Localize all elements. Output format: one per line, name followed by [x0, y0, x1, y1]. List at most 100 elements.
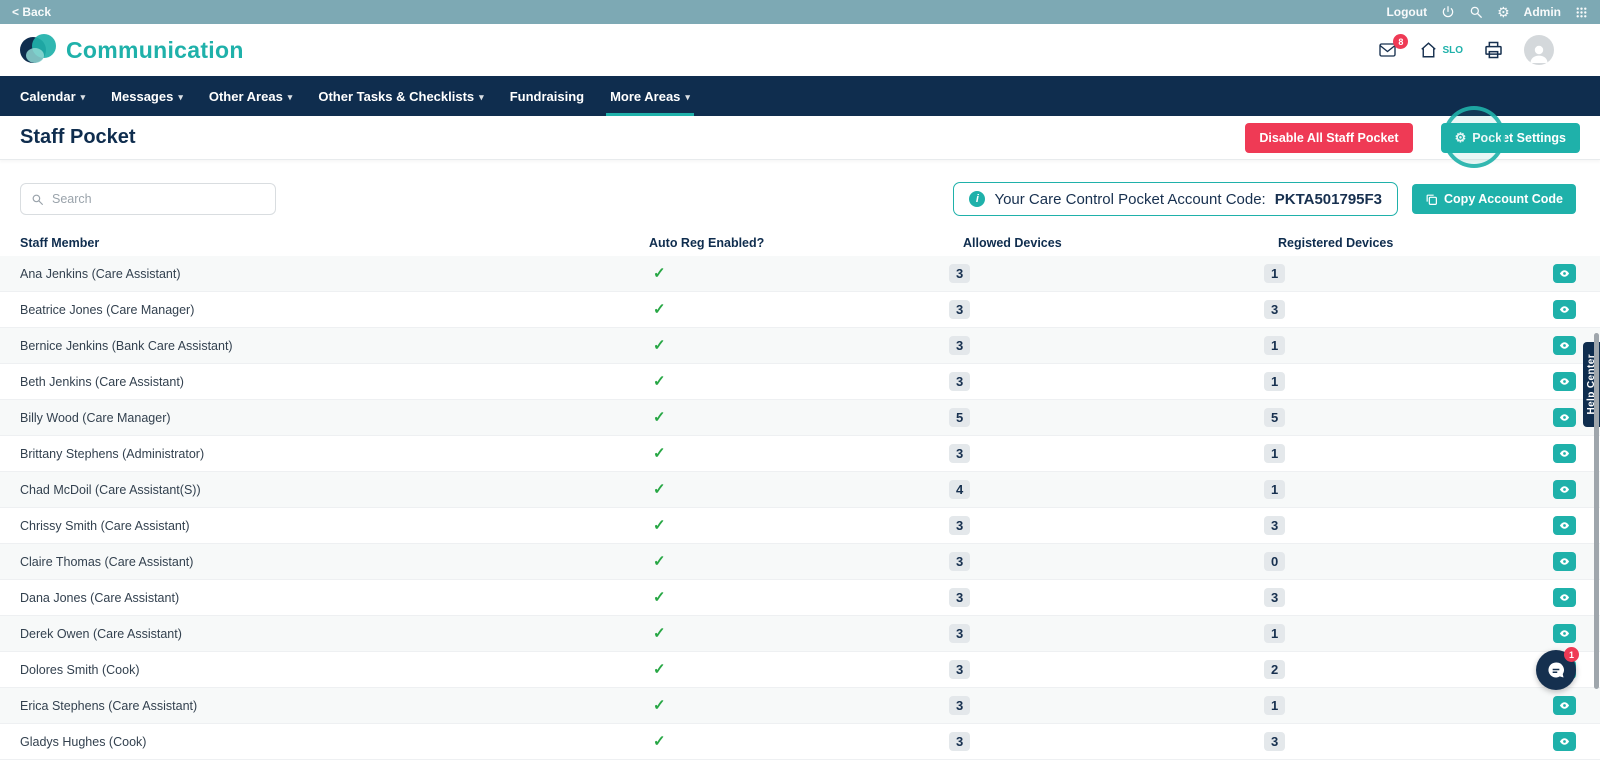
- topbar-right-group: Logout ⚙ Admin: [1386, 4, 1588, 21]
- auto-reg-cell: ✓: [649, 516, 963, 535]
- view-devices-button[interactable]: [1553, 408, 1576, 427]
- nav-item-label: Other Areas: [209, 89, 283, 104]
- registered-devices-badge: 1: [1264, 336, 1285, 355]
- check-icon: ✓: [653, 373, 666, 390]
- staff-name: Gladys Hughes (Cook): [20, 735, 649, 749]
- back-button[interactable]: < Back: [12, 5, 51, 19]
- search-input[interactable]: [52, 192, 265, 206]
- view-devices-button[interactable]: [1553, 336, 1576, 355]
- registered-devices-cell: 5: [1278, 408, 1530, 427]
- allowed-devices-badge: 3: [949, 336, 970, 355]
- view-devices-button[interactable]: [1553, 444, 1576, 463]
- home-icon[interactable]: SLO: [1419, 41, 1463, 59]
- allowed-devices-badge: 3: [949, 444, 970, 463]
- nav-item-label: Messages: [111, 89, 173, 104]
- copy-account-code-label: Copy Account Code: [1444, 192, 1563, 206]
- column-header-staff-member: Staff Member: [20, 236, 649, 250]
- eye-icon: [1558, 268, 1571, 279]
- view-devices-button[interactable]: [1553, 624, 1576, 643]
- view-devices-button[interactable]: [1553, 516, 1576, 535]
- view-devices-button[interactable]: [1553, 588, 1576, 607]
- allowed-devices-cell: 3: [963, 516, 1278, 535]
- actions-cell: [1530, 588, 1576, 607]
- nav-item-other-tasks-checklists[interactable]: Other Tasks & Checklists ▾: [318, 76, 483, 116]
- staff-name: Beth Jenkins (Care Assistant): [20, 375, 649, 389]
- registered-devices-badge: 1: [1264, 444, 1285, 463]
- view-devices-button[interactable]: [1553, 264, 1576, 283]
- registered-devices-badge: 3: [1264, 732, 1285, 751]
- actions-cell: [1530, 300, 1576, 319]
- nav-item-messages[interactable]: Messages ▾: [111, 76, 183, 116]
- nav-item-more-areas[interactable]: More Areas ▾: [610, 76, 690, 116]
- pocket-settings-button[interactable]: ⚙ Pocket Settings: [1441, 123, 1580, 153]
- disable-all-staff-pocket-button[interactable]: Disable All Staff Pocket: [1245, 123, 1412, 153]
- view-devices-button[interactable]: [1553, 732, 1576, 751]
- allowed-devices-cell: 3: [963, 336, 1278, 355]
- gear-icon[interactable]: ⚙: [1497, 4, 1510, 21]
- help-beacon-button[interactable]: 1: [1536, 650, 1576, 690]
- scrollbar-thumb[interactable]: [1594, 333, 1599, 689]
- nav-item-label: Calendar: [20, 89, 76, 104]
- allowed-devices-badge: 4: [949, 480, 970, 499]
- view-devices-button[interactable]: [1553, 372, 1576, 391]
- registered-devices-cell: 1: [1278, 372, 1530, 391]
- apps-grid-icon[interactable]: [1575, 6, 1588, 19]
- account-code-box: i Your Care Control Pocket Account Code:…: [953, 182, 1398, 216]
- eye-icon: [1558, 376, 1571, 387]
- allowed-devices-badge: 3: [949, 660, 970, 679]
- table-row: Erica Stephens (Care Assistant) ✓ 3 1: [0, 688, 1600, 724]
- allowed-devices-badge: 3: [949, 732, 970, 751]
- admin-menu[interactable]: Admin: [1524, 5, 1561, 19]
- chevron-down-icon: ▾: [479, 90, 484, 103]
- view-devices-button[interactable]: [1553, 696, 1576, 715]
- search-icon[interactable]: [1469, 5, 1483, 19]
- avatar[interactable]: [1524, 35, 1554, 65]
- auto-reg-cell: ✓: [649, 588, 963, 607]
- allowed-devices-badge: 3: [949, 300, 970, 319]
- allowed-devices-cell: 3: [963, 660, 1278, 679]
- nav-item-calendar[interactable]: Calendar ▾: [20, 76, 85, 116]
- registered-devices-cell: 0: [1278, 552, 1530, 571]
- actions-cell: [1530, 408, 1576, 427]
- allowed-devices-cell: 3: [963, 588, 1278, 607]
- check-icon: ✓: [653, 553, 666, 570]
- auto-reg-cell: ✓: [649, 732, 963, 751]
- registered-devices-cell: 1: [1278, 444, 1530, 463]
- actions-cell: [1530, 624, 1576, 643]
- copy-account-code-button[interactable]: Copy Account Code: [1412, 184, 1576, 214]
- actions-cell: [1530, 336, 1576, 355]
- allowed-devices-badge: 3: [949, 588, 970, 607]
- view-devices-button[interactable]: [1553, 552, 1576, 571]
- table-row: Billy Wood (Care Manager) ✓ 5 5: [0, 400, 1600, 436]
- registered-devices-badge: 1: [1264, 372, 1285, 391]
- page-content: i Your Care Control Pocket Account Code:…: [0, 160, 1600, 760]
- allowed-devices-cell: 3: [963, 696, 1278, 715]
- allowed-devices-badge: 3: [949, 624, 970, 643]
- staff-name: Brittany Stephens (Administrator): [20, 447, 649, 461]
- staff-name: Dolores Smith (Cook): [20, 663, 649, 677]
- mail-icon[interactable]: 8: [1376, 41, 1399, 59]
- eye-icon: [1558, 556, 1571, 567]
- registered-devices-badge: 0: [1264, 552, 1285, 571]
- title-actions: Disable All Staff Pocket ⚙ Pocket Settin…: [1245, 123, 1580, 153]
- table-row: Beth Jenkins (Care Assistant) ✓ 3 1: [0, 364, 1600, 400]
- view-devices-button[interactable]: [1553, 300, 1576, 319]
- nav-item-other-areas[interactable]: Other Areas ▾: [209, 76, 292, 116]
- print-icon[interactable]: [1483, 40, 1504, 60]
- search-box[interactable]: [20, 183, 276, 215]
- allowed-devices-badge: 3: [949, 264, 970, 283]
- nav-item-fundraising[interactable]: Fundraising: [510, 76, 584, 116]
- actions-cell: [1530, 516, 1576, 535]
- logout-button[interactable]: Logout: [1386, 5, 1427, 19]
- view-devices-button[interactable]: [1553, 480, 1576, 499]
- actions-cell: [1530, 372, 1576, 391]
- app-logo-icon: [20, 34, 56, 66]
- auto-reg-cell: ✓: [649, 300, 963, 319]
- logout-power-icon[interactable]: [1441, 5, 1455, 19]
- registered-devices-badge: 1: [1264, 624, 1285, 643]
- allowed-devices-badge: 3: [949, 372, 970, 391]
- staff-name: Erica Stephens (Care Assistant): [20, 699, 649, 713]
- check-icon: ✓: [653, 589, 666, 606]
- table-row: Derek Owen (Care Assistant) ✓ 3 1: [0, 616, 1600, 652]
- page-title: Staff Pocket: [20, 126, 136, 149]
